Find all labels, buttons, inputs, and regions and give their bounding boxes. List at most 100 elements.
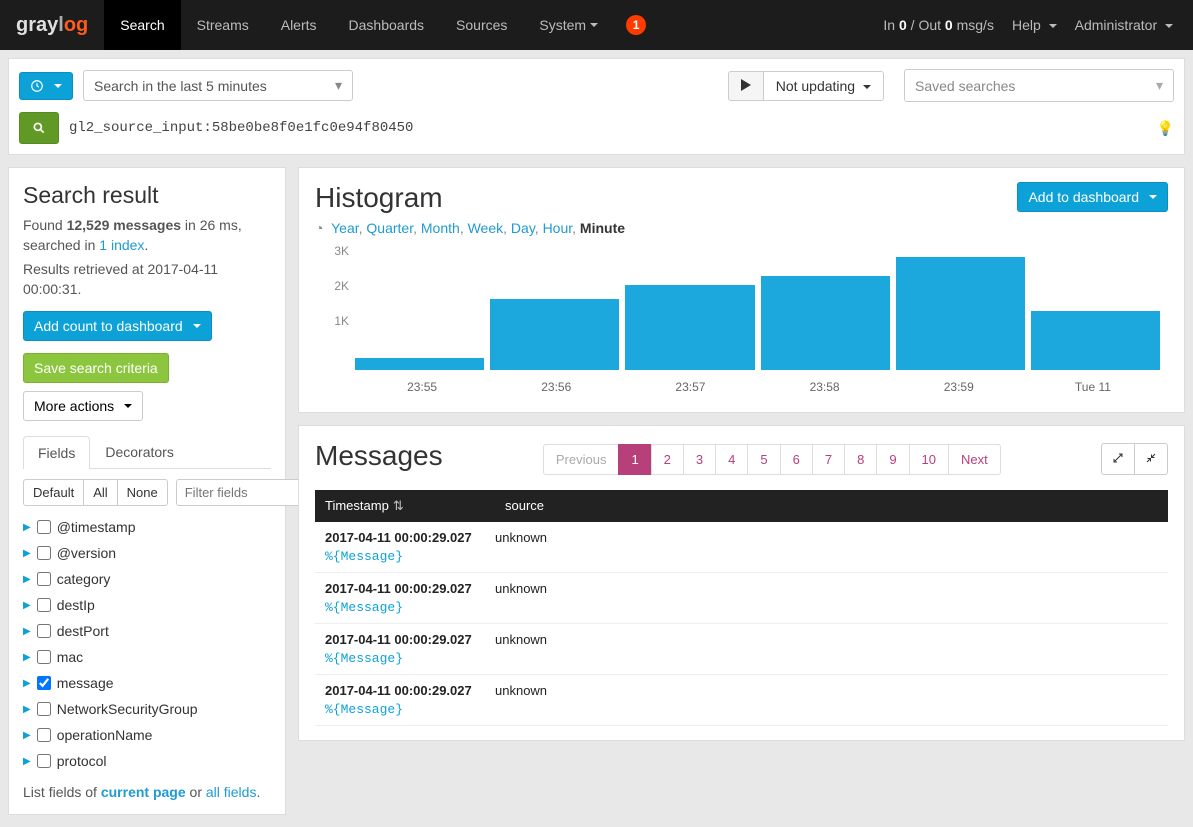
th-timestamp[interactable]: Timestamp⇅ — [315, 490, 495, 522]
nav-admin[interactable]: Administrator — [1075, 17, 1173, 33]
field-checkbox[interactable] — [37, 520, 51, 534]
message-row[interactable]: 2017-04-11 00:00:29.027unknown%{Message} — [315, 573, 1168, 624]
pager-page-8[interactable]: 8 — [844, 444, 877, 475]
field-item[interactable]: ▶message — [23, 670, 271, 696]
histogram-bar[interactable] — [896, 257, 1025, 370]
add-to-dashboard-button[interactable]: Add to dashboard — [1017, 182, 1168, 212]
field-item[interactable]: ▶destIp — [23, 592, 271, 618]
index-link[interactable]: 1 index — [99, 237, 144, 253]
sort-icon: ⇅ — [393, 498, 404, 513]
timescale-hour[interactable]: Hour — [543, 220, 573, 236]
fields-list[interactable]: ▶@timestamp▶@version▶category▶destIp▶des… — [23, 514, 271, 774]
msg-timestamp: 2017-04-11 00:00:29.027 — [325, 632, 495, 647]
run-search-button[interactable] — [19, 112, 59, 144]
field-item[interactable]: ▶destPort — [23, 618, 271, 644]
field-checkbox[interactable] — [37, 598, 51, 612]
lightbulb-icon[interactable]: 💡 — [1157, 120, 1174, 137]
field-item[interactable]: ▶mac — [23, 644, 271, 670]
update-group: Not updating — [728, 71, 884, 101]
expand-arrow-icon: ▶ — [23, 626, 31, 637]
histogram-chart[interactable]: 1K2K3K 23:5523:5623:5723:5823:59Tue 11 — [315, 248, 1168, 398]
chevron-down-icon — [590, 23, 598, 27]
timescale-day[interactable]: Day — [511, 220, 535, 236]
field-checkbox[interactable] — [37, 650, 51, 664]
search-icon — [32, 121, 46, 135]
message-row[interactable]: 2017-04-11 00:00:29.027unknown%{Message} — [315, 675, 1168, 726]
th-source[interactable]: source — [495, 490, 554, 522]
tab-decorators[interactable]: Decorators — [90, 435, 188, 468]
all-fields-link[interactable]: all fields — [206, 784, 257, 800]
nav-sources[interactable]: Sources — [440, 0, 523, 50]
field-checkbox[interactable] — [37, 702, 51, 716]
pager-page-1[interactable]: 1 — [618, 444, 651, 475]
nav-system[interactable]: System — [523, 0, 614, 50]
histogram-bar[interactable] — [490, 299, 619, 370]
io-status: In 0 / Out 0 msg/s — [883, 17, 994, 33]
saved-searches-select[interactable]: Saved searches ▾ — [904, 69, 1174, 102]
timescale-week[interactable]: Week — [468, 220, 504, 236]
brand-logo[interactable]: graylog — [0, 14, 104, 37]
pager-page-10[interactable]: 10 — [909, 444, 949, 475]
histogram-bar[interactable] — [1031, 311, 1160, 370]
filter-none-button[interactable]: None — [118, 479, 168, 506]
update-mode-dropdown[interactable]: Not updating — [764, 71, 884, 101]
saved-searches-label: Saved searches — [915, 78, 1015, 94]
play-button[interactable] — [728, 71, 764, 101]
expand-arrow-icon: ▶ — [23, 756, 31, 767]
field-item[interactable]: ▶category — [23, 566, 271, 592]
timescale-year[interactable]: Year — [331, 220, 359, 236]
search-query-input[interactable] — [69, 120, 1147, 136]
chevron-down-icon — [863, 85, 871, 89]
dropdown-arrow-icon: ▾ — [335, 77, 342, 94]
timescale-minute[interactable]: Minute — [580, 220, 625, 236]
pager-page-9[interactable]: 9 — [876, 444, 909, 475]
field-checkbox[interactable] — [37, 728, 51, 742]
chevron-down-icon — [124, 404, 132, 408]
pager-page-6[interactable]: 6 — [780, 444, 813, 475]
field-item[interactable]: ▶@timestamp — [23, 514, 271, 540]
pager-next[interactable]: Next — [948, 444, 1001, 475]
message-row[interactable]: 2017-04-11 00:00:29.027unknown%{Message} — [315, 624, 1168, 675]
filter-all-button[interactable]: All — [84, 479, 117, 506]
field-checkbox[interactable] — [37, 754, 51, 768]
field-item[interactable]: ▶NetworkSecurityGroup — [23, 696, 271, 722]
filter-default-button[interactable]: Default — [23, 479, 84, 506]
collapse-button[interactable] — [1134, 443, 1168, 475]
pager-page-7[interactable]: 7 — [812, 444, 845, 475]
pager-page-2[interactable]: 2 — [651, 444, 684, 475]
nav-search[interactable]: Search — [104, 0, 180, 50]
tab-fields[interactable]: Fields — [23, 436, 90, 469]
field-item[interactable]: ▶protocol — [23, 748, 271, 774]
time-range-select[interactable]: Search in the last 5 minutes ▾ — [83, 70, 353, 101]
pager-prev[interactable]: Previous — [543, 444, 620, 475]
field-checkbox[interactable] — [37, 546, 51, 560]
field-item[interactable]: ▶@version — [23, 540, 271, 566]
field-checkbox[interactable] — [37, 572, 51, 586]
nav-alerts[interactable]: Alerts — [265, 0, 333, 50]
timescale-quarter[interactable]: Quarter — [366, 220, 413, 236]
field-item[interactable]: ▶operationName — [23, 722, 271, 748]
messages-table: Timestamp⇅ source 2017-04-11 00:00:29.02… — [315, 490, 1168, 726]
current-page-link[interactable]: current page — [101, 784, 186, 800]
add-count-button[interactable]: Add count to dashboard — [23, 311, 212, 341]
nav-dashboards[interactable]: Dashboards — [333, 0, 441, 50]
histogram-bar[interactable] — [761, 276, 890, 370]
histogram-bar[interactable] — [355, 358, 484, 370]
field-checkbox[interactable] — [37, 676, 51, 690]
x-tick: 23:56 — [489, 380, 623, 394]
nav-notifications[interactable]: 1 — [614, 0, 662, 50]
pager-page-5[interactable]: 5 — [747, 444, 780, 475]
nav-streams[interactable]: Streams — [181, 0, 265, 50]
pager-page-3[interactable]: 3 — [683, 444, 716, 475]
field-name: mac — [57, 649, 83, 665]
message-row[interactable]: 2017-04-11 00:00:29.027unknown%{Message} — [315, 522, 1168, 573]
pager-page-4[interactable]: 4 — [715, 444, 748, 475]
time-config-button[interactable] — [19, 72, 73, 100]
more-actions-button[interactable]: More actions — [23, 391, 143, 421]
field-checkbox[interactable] — [37, 624, 51, 638]
nav-help[interactable]: Help — [1012, 17, 1057, 33]
save-search-button[interactable]: Save search criteria — [23, 353, 169, 383]
histogram-bar[interactable] — [625, 285, 754, 370]
expand-button[interactable] — [1101, 443, 1135, 475]
timescale-month[interactable]: Month — [421, 220, 460, 236]
